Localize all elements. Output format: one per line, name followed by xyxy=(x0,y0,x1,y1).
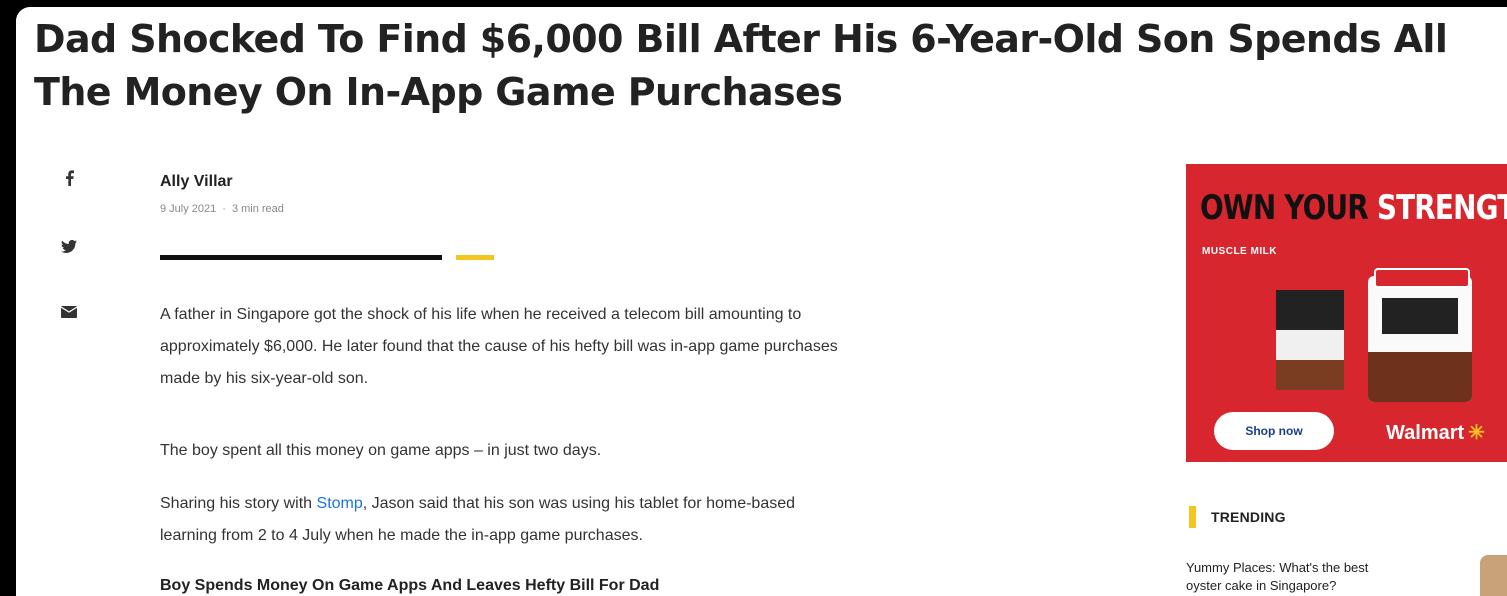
share-twitter-button[interactable] xyxy=(58,235,80,257)
article-meta: 9 July 2021 · 3 min read xyxy=(160,203,284,215)
trending-accent-bar xyxy=(1189,506,1196,528)
trending-heading: TRENDING xyxy=(1211,509,1286,525)
share-email-button[interactable] xyxy=(58,301,80,323)
divider-accent xyxy=(456,255,494,260)
article-paragraph-1: A father in Singapore got the shock of h… xyxy=(160,306,838,387)
retailer-name: Walmart xyxy=(1386,422,1465,444)
article-page: Dad Shocked To Find $6,000 Bill After Hi… xyxy=(16,7,1507,596)
ad-headline: OWN YOUR STRENGTH xyxy=(1200,188,1507,228)
ad-headline-light: STRENGTH xyxy=(1376,188,1507,228)
twitter-icon xyxy=(61,239,77,253)
meta-separator: · xyxy=(222,203,226,215)
article-headline: Dad Shocked To Find $6,000 Bill After Hi… xyxy=(34,17,1448,114)
email-icon xyxy=(61,306,77,318)
read-time: 3 min read xyxy=(231,203,284,215)
author-name[interactable]: Ally Villar xyxy=(160,173,233,191)
shop-now-button[interactable]: Shop now xyxy=(1214,412,1334,450)
retailer-logo: Walmart ✳ xyxy=(1386,420,1485,445)
article-subheading: Boy Spends Money On Game Apps And Leaves… xyxy=(160,577,660,594)
trending-item-thumbnail[interactable] xyxy=(1480,555,1507,596)
ad-headline-dark: OWN YOUR xyxy=(1200,188,1377,228)
advertisement-banner[interactable]: OWN YOUR STRENGTH MUSCLE MILK Shop now W… xyxy=(1186,164,1507,462)
article-paragraph-3: Sharing his story with Stomp, Jason said… xyxy=(160,488,850,552)
publish-date: 9 July 2021 xyxy=(160,203,217,215)
stomp-link[interactable]: Stomp xyxy=(317,495,363,512)
facebook-icon xyxy=(65,170,74,186)
product-carton-image xyxy=(1276,290,1344,390)
paragraph-text: Sharing his story with xyxy=(160,495,317,512)
share-facebook-button[interactable] xyxy=(58,167,80,189)
divider-bar xyxy=(160,255,442,260)
trending-item-title[interactable]: Yummy Places: What's the best oyster cak… xyxy=(1186,559,1386,595)
ad-brand-logo: MUSCLE MILK xyxy=(1202,246,1277,257)
walmart-spark-icon: ✳ xyxy=(1468,422,1485,444)
article-paragraph-2: The boy spent all this money on game app… xyxy=(160,442,602,459)
product-tub-image xyxy=(1368,268,1472,402)
